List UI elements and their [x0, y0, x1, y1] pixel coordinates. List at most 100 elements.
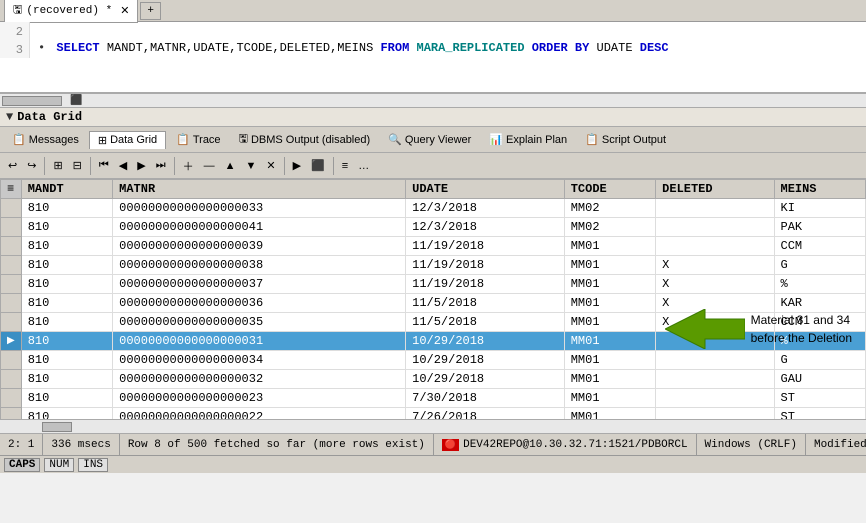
editor-hscroll[interactable]: ⬛ — [0, 94, 866, 108]
line-content-2[interactable] — [30, 22, 866, 23]
toolbar-run-btn[interactable]: ▶ — [289, 157, 305, 174]
toolbar-prev-btn[interactable]: ◀ — [115, 157, 131, 174]
toolbar-down-btn[interactable]: ▼ — [242, 158, 261, 174]
tab-dbms-output[interactable]: 🖫 DBMS Output (disabled) — [231, 128, 379, 151]
tab-close-icon[interactable]: ✕ — [120, 4, 129, 18]
toolbar-refresh-btn[interactable]: ↩ — [4, 157, 21, 174]
editor-line-1: 2 — [0, 22, 866, 40]
table-row[interactable]: 8100000000000000000004112/3/2018MM02PAK — [1, 218, 866, 237]
toolbar-next-btn[interactable]: ▶ — [133, 157, 149, 174]
cell-mandt: 810 — [21, 294, 112, 313]
editor-hscroll-thumb[interactable] — [2, 96, 62, 106]
cell-udate: 11/5/2018 — [406, 313, 565, 332]
connection-text: DEV42REPO@10.30.32.71:1521/PDBORCL — [463, 439, 687, 451]
cell-mandt: 810 — [21, 218, 112, 237]
cell-matnr: 00000000000000000032 — [113, 370, 406, 389]
cell-matnr: 00000000000000000034 — [113, 351, 406, 370]
cell-tcode: MM02 — [564, 199, 655, 218]
cell-deleted — [656, 332, 774, 351]
line-content-3[interactable]: • SELECT MANDT,MATNR,UDATE,TCODE,DELETED… — [30, 40, 866, 55]
table-row[interactable]: 8100000000000000000003611/5/2018MM01XKAR — [1, 294, 866, 313]
status-line-ending: Windows (CRLF) — [697, 434, 806, 455]
cell-matnr: 00000000000000000036 — [113, 294, 406, 313]
toolbar-last-btn[interactable]: ⏭ — [152, 157, 170, 174]
table-row[interactable]: 8100000000000000000003811/19/2018MM01XG — [1, 256, 866, 275]
col-udate[interactable]: UDATE — [406, 180, 565, 199]
toolbar-menu-btn[interactable]: ≡ — [338, 158, 352, 174]
cell-matnr: 00000000000000000033 — [113, 199, 406, 218]
toolbar-remove-btn[interactable]: — — [200, 158, 219, 174]
row-indicator-cell — [1, 199, 22, 218]
cell-udate: 11/19/2018 — [406, 256, 565, 275]
table-row[interactable]: 810000000000000000000227/26/2018MM01ST — [1, 408, 866, 420]
toolbar-first-btn[interactable]: ⏮ — [95, 157, 113, 174]
toolbar-add-btn[interactable]: ＋ — [179, 156, 198, 176]
cell-matnr: 00000000000000000022 — [113, 408, 406, 420]
row-indicator-cell — [1, 370, 22, 389]
toolbar-sep-2 — [90, 157, 91, 175]
table-row[interactable]: 810000000000000000000237/30/2018MM01ST — [1, 389, 866, 408]
col-matnr[interactable]: MATNR — [113, 180, 406, 199]
table-row[interactable]: 8100000000000000000003911/19/2018MM01CCM — [1, 237, 866, 256]
status-position: 2: 1 — [6, 434, 43, 455]
col-tcode[interactable]: TCODE — [564, 180, 655, 199]
toolbar-stop-btn[interactable]: ⬛ — [307, 157, 329, 174]
table-row[interactable]: 8100000000000000000003312/3/2018MM02KI — [1, 199, 866, 218]
toolbar-more-btn[interactable]: … — [354, 158, 373, 174]
table-row[interactable]: 8100000000000000000003511/5/2018MM01XCCM — [1, 313, 866, 332]
cell-matnr: 00000000000000000035 — [113, 313, 406, 332]
table-row[interactable]: 8100000000000000000003210/29/2018MM01GAU — [1, 370, 866, 389]
cell-deleted — [656, 351, 774, 370]
caps-indicator: CAPS — [4, 458, 40, 472]
table-row[interactable]: ▶8100000000000000000003110/29/2018MM01% — [1, 332, 866, 351]
dbms-icon: 🖫 — [239, 130, 248, 149]
status-bar: 2: 1 336 msecs Row 8 of 500 fetched so f… — [0, 433, 866, 455]
cell-udate: 11/5/2018 — [406, 294, 565, 313]
cell-tcode: MM01 — [564, 275, 655, 294]
row-indicator-cell — [1, 408, 22, 420]
cell-deleted — [656, 218, 774, 237]
cell-tcode: MM01 — [564, 370, 655, 389]
tab-data-grid[interactable]: ⊞ Data Grid — [89, 131, 166, 149]
toolbar-cancel-btn[interactable]: ✕ — [262, 157, 279, 174]
col-mandt[interactable]: MANDT — [21, 180, 112, 199]
cell-mandt: 810 — [21, 370, 112, 389]
scroll-label: ⬛ — [70, 95, 82, 107]
tab-script-output[interactable]: 📋 Script Output — [577, 131, 674, 148]
new-tab-button[interactable]: + — [140, 2, 161, 20]
cell-mandt: 810 — [21, 256, 112, 275]
tab-messages[interactable]: 📋 Messages — [4, 131, 87, 148]
cell-deleted — [656, 408, 774, 420]
col-meins[interactable]: MEINS — [774, 180, 866, 199]
cell-mandt: 810 — [21, 351, 112, 370]
cell-matnr: 00000000000000000041 — [113, 218, 406, 237]
cell-mandt: 810 — [21, 237, 112, 256]
cell-deleted: X — [656, 294, 774, 313]
status-rows-info: Row 8 of 500 fetched so far (more rows e… — [120, 434, 434, 455]
tab-trace[interactable]: 📋 Trace — [168, 131, 228, 148]
cell-deleted: X — [656, 275, 774, 294]
tab-query-viewer[interactable]: 🔍 Query Viewer — [380, 131, 479, 148]
row-indicator-cell — [1, 294, 22, 313]
data-table-scroll[interactable]: ≡ MANDT MATNR UDATE TCODE DELETED MEINS … — [0, 179, 866, 419]
main-tab[interactable]: 🖫 (recovered) * ✕ — [4, 0, 138, 23]
cell-mandt: 810 — [21, 332, 112, 351]
toolbar-cols-btn[interactable]: ⊟ — [69, 157, 86, 174]
toolbar-up-btn[interactable]: ▲ — [221, 158, 240, 174]
toolbar-grid-btn[interactable]: ⊞ — [49, 157, 66, 174]
table-row[interactable]: 8100000000000000000003711/19/2018MM01X% — [1, 275, 866, 294]
status-time: 336 msecs — [43, 434, 119, 455]
col-deleted[interactable]: DELETED — [656, 180, 774, 199]
collapse-icon[interactable]: ▼ — [6, 110, 13, 124]
kw-select: SELECT — [56, 41, 99, 55]
table-row[interactable]: 8100000000000000000003410/29/2018MM01G — [1, 351, 866, 370]
table-hscroll-thumb[interactable] — [42, 422, 72, 432]
caps-bar: CAPS NUM INS — [0, 455, 866, 473]
tab-explain-plan[interactable]: 📊 Explain Plan — [481, 131, 575, 148]
data-grid-label-text: Data Grid — [17, 110, 82, 124]
table-hscroll[interactable] — [0, 419, 866, 433]
toolbar-redo-btn[interactable]: ↪ — [23, 157, 40, 174]
row-indicator-cell — [1, 389, 22, 408]
cell-udate: 12/3/2018 — [406, 218, 565, 237]
script-icon: 📋 — [585, 133, 599, 146]
